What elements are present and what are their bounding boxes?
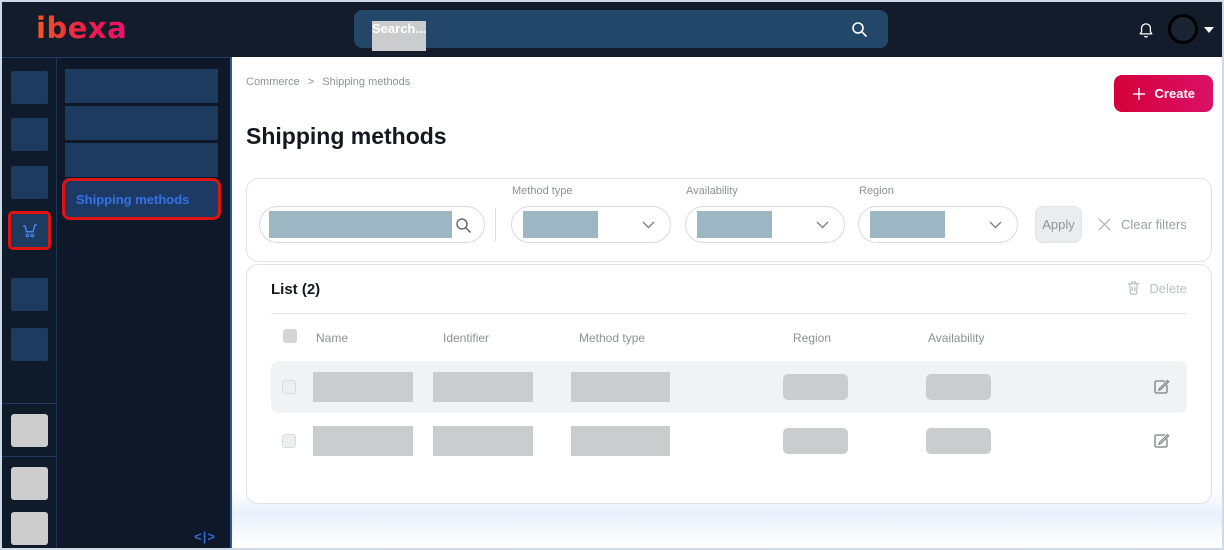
sidebar-bottom-item-2[interactable] <box>11 467 48 500</box>
table-header: Name Identifier Method type Region Avail… <box>271 323 1187 353</box>
search-icon <box>456 218 471 233</box>
list-title: List (2) <box>271 281 321 298</box>
topbar: ibexa Search... <box>2 2 1222 57</box>
edit-icon <box>1154 379 1170 394</box>
row-checkbox[interactable] <box>282 434 296 448</box>
menu-item-shipping-methods[interactable]: Shipping methods <box>62 178 221 220</box>
column-header-availability: Availability <box>928 331 985 345</box>
column-header-method-type: Method type <box>579 331 646 345</box>
chevron-down-icon <box>989 221 1002 229</box>
redaction-block <box>269 211 452 238</box>
search-placeholder: Search... <box>372 21 427 51</box>
row-checkbox[interactable] <box>282 380 296 394</box>
menu-item-label: Shipping methods <box>76 191 190 207</box>
filter-bar: Method type Availability Region Apply Cl… <box>246 178 1212 262</box>
sidebar-bottom-item-1[interactable] <box>11 414 48 447</box>
search-icon <box>852 22 868 38</box>
availability-select[interactable] <box>685 206 845 243</box>
filter-search-input[interactable] <box>259 206 485 243</box>
create-button[interactable]: Create <box>1113 75 1213 112</box>
column-header-name: Name <box>316 331 349 345</box>
main-content: Commerce > Shipping methods Create Shipp… <box>232 57 1222 548</box>
trash-icon <box>1128 281 1140 295</box>
sidebar-item-5[interactable] <box>11 278 48 311</box>
sidebar-item-commerce[interactable] <box>8 211 51 250</box>
filter-divider <box>495 208 496 241</box>
list-card: List (2) Delete Name Identifier Method t… <box>246 264 1212 504</box>
secondary-menu: Shipping methods <|> <box>57 57 232 548</box>
avatar[interactable] <box>1168 14 1198 44</box>
region-select[interactable] <box>858 206 1018 243</box>
sidebar-item-6[interactable] <box>11 328 48 361</box>
breadcrumb-separator: > <box>307 76 315 88</box>
table-row <box>271 361 1187 413</box>
redaction-block <box>523 211 598 238</box>
page-title: Shipping methods <box>246 123 447 149</box>
create-label: Create <box>1154 86 1195 101</box>
chevron-down-icon <box>642 221 655 229</box>
filter-label: Availability <box>686 185 738 197</box>
plus-icon <box>1132 87 1145 100</box>
delete-label: Delete <box>1149 280 1187 296</box>
column-header-region: Region <box>793 331 832 345</box>
breadcrumb: Commerce > Shipping methods <box>246 76 410 88</box>
breadcrumb-item-shipping-methods: Shipping methods <box>322 76 411 88</box>
edit-icon <box>1154 433 1170 448</box>
app-window: ibexa Search... Shipping methods <|> Com… <box>0 0 1224 550</box>
cell-placeholder-region <box>783 374 848 400</box>
sidebar-item-2[interactable] <box>11 118 48 151</box>
sidebar-item-1[interactable] <box>11 71 48 104</box>
sidebar-item-3[interactable] <box>11 166 48 199</box>
breadcrumb-item-commerce[interactable]: Commerce <box>246 76 300 88</box>
apply-button[interactable]: Apply <box>1035 206 1082 243</box>
method-type-select[interactable] <box>511 206 671 243</box>
menu-item-placeholder-2[interactable] <box>65 106 218 140</box>
sidebar-divider <box>2 403 56 404</box>
clear-filters-button[interactable]: Clear filters <box>1098 206 1187 243</box>
cell-placeholder-method-type <box>571 426 670 456</box>
cell-placeholder-name <box>313 426 413 456</box>
list-divider <box>271 313 1187 314</box>
caret-down-icon[interactable] <box>1204 27 1214 33</box>
edit-button[interactable] <box>1151 377 1171 397</box>
chevron-down-icon <box>816 221 829 229</box>
cell-placeholder-name <box>313 372 413 402</box>
redaction-block <box>697 211 772 238</box>
table-row <box>271 415 1187 467</box>
menu-item-placeholder-3[interactable] <box>65 143 218 177</box>
clear-filters-label: Clear filters <box>1121 217 1187 232</box>
sidebar-divider <box>2 456 56 457</box>
global-search-input[interactable]: Search... <box>354 10 888 51</box>
cell-placeholder-identifier <box>433 372 533 402</box>
bell-icon[interactable] <box>1136 20 1156 41</box>
select-all-checkbox[interactable] <box>283 329 297 343</box>
cell-placeholder-identifier <box>433 426 533 456</box>
cell-placeholder-availability <box>926 374 991 400</box>
menu-item-placeholder-1[interactable] <box>65 69 218 103</box>
shopping-cart-icon <box>22 223 37 237</box>
x-icon <box>1098 218 1111 231</box>
redaction-block <box>870 211 945 238</box>
filter-label: Method type <box>512 185 573 197</box>
ibexa-logo: ibexa <box>36 11 128 45</box>
edit-button[interactable] <box>1151 431 1171 451</box>
column-header-identifier: Identifier <box>443 331 490 345</box>
icon-sidebar <box>2 57 57 548</box>
cell-placeholder-method-type <box>571 372 670 402</box>
sidebar-bottom-item-3[interactable] <box>11 512 48 545</box>
delete-button[interactable]: Delete <box>1126 280 1187 296</box>
cell-placeholder-region <box>783 428 848 454</box>
collapse-panel-button[interactable]: <|> <box>194 529 216 544</box>
filter-label: Region <box>859 185 894 197</box>
cell-placeholder-availability <box>926 428 991 454</box>
